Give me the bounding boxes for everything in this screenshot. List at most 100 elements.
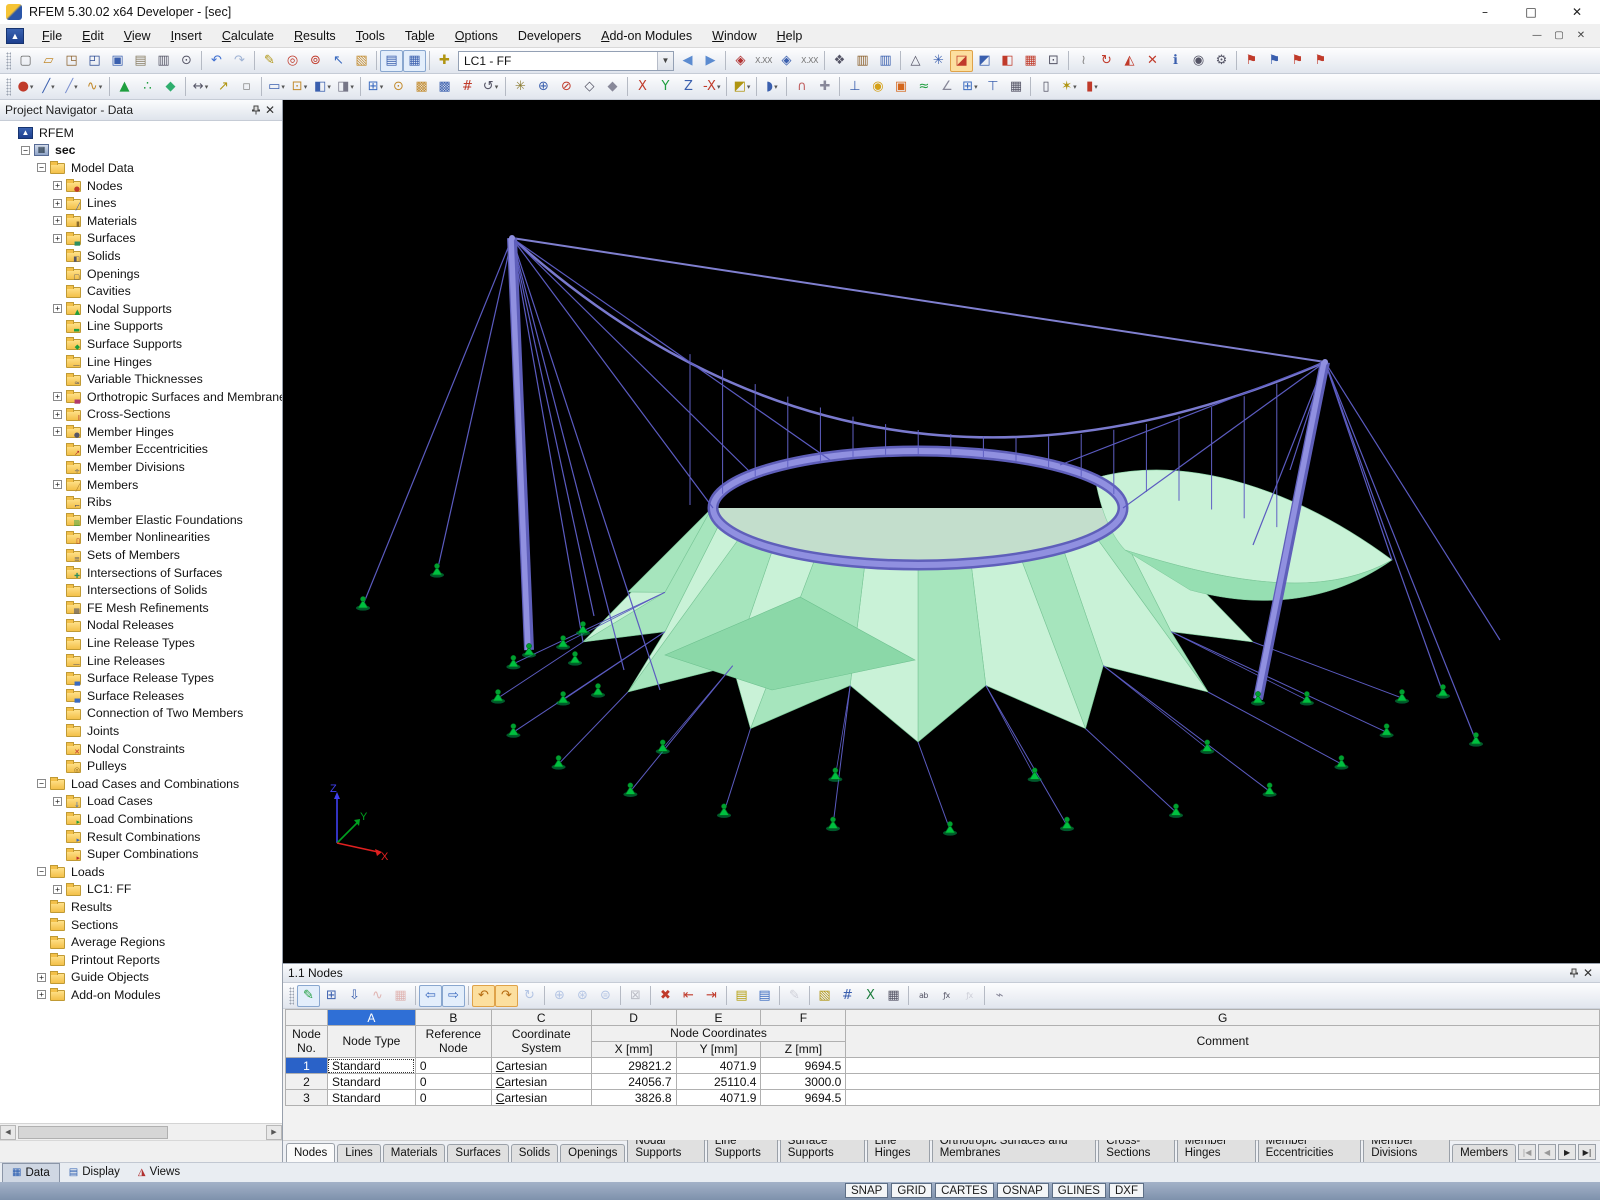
- navigator-hscrollbar[interactable]: ◀ ▶: [0, 1123, 282, 1140]
- display-properties-icon[interactable]: ◩ ▾: [730, 76, 753, 98]
- tree-item-sets-of-members[interactable]: ≡ Sets of Members: [0, 546, 282, 564]
- import-table-icon[interactable]: ▧: [813, 985, 836, 1007]
- row-number[interactable]: 2: [285, 1073, 328, 1090]
- close-button[interactable]: ✕: [1554, 0, 1600, 24]
- new-polyline-icon[interactable]: ∿ ▾: [83, 76, 106, 98]
- print-icon[interactable]: ▥: [152, 50, 175, 72]
- tree-item-rfem[interactable]: ▲ RFEM: [0, 124, 282, 142]
- print-graphic-icon[interactable]: ✶ ▾: [1057, 76, 1080, 98]
- work-plane-xz-icon[interactable]: ◧: [996, 50, 1019, 72]
- cell[interactable]: Standard: [326, 1073, 416, 1090]
- cell[interactable]: [845, 1073, 1600, 1090]
- menu-edit[interactable]: Edit: [72, 26, 114, 46]
- cell[interactable]: 0: [414, 1057, 492, 1074]
- first-table-icon[interactable]: |◀: [1518, 1144, 1537, 1160]
- cell[interactable]: 3826.8: [590, 1089, 677, 1106]
- tree-item-cavities[interactable]: Cavities: [0, 282, 282, 300]
- tree-item-fe-mesh-refinements[interactable]: ▦ FE Mesh Refinements: [0, 599, 282, 617]
- results-on-surfaces-icon[interactable]: ◉: [866, 76, 889, 98]
- view-in-minus-x-icon[interactable]: -X ▾: [700, 76, 723, 98]
- copy-row-icon[interactable]: ⊛: [571, 985, 594, 1007]
- previous-table-icon[interactable]: ◀: [1538, 1144, 1557, 1160]
- program-options-icon[interactable]: ⚙: [1210, 50, 1233, 72]
- cell[interactable]: [845, 1089, 1600, 1106]
- result-tables-icon[interactable]: ▦: [1004, 76, 1027, 98]
- column-letter-F[interactable]: F: [760, 1009, 847, 1026]
- scroll-right-icon[interactable]: ▶: [266, 1124, 282, 1140]
- column-letter-B[interactable]: B: [414, 1009, 492, 1026]
- table-edit-mode-icon[interactable]: ✎: [297, 984, 320, 1007]
- new-surface-icon[interactable]: ▭ ▾: [265, 76, 288, 98]
- menu-developers[interactable]: Developers: [508, 26, 591, 46]
- units-settings-icon[interactable]: ab: [912, 985, 935, 1007]
- generate-wind-load-icon[interactable]: ⚑: [1240, 50, 1263, 72]
- prev-load-case-icon[interactable]: ◀: [676, 50, 699, 72]
- generate-snow-load-icon[interactable]: ⚑: [1263, 50, 1286, 72]
- object-info-icon[interactable]: ℹ: [1164, 50, 1187, 72]
- new-nodal-support-icon[interactable]: ▲: [113, 76, 136, 98]
- mesh-node-icon[interactable]: ⊙: [387, 76, 410, 98]
- cell[interactable]: 0: [414, 1073, 492, 1090]
- show-result-values-icon[interactable]: X.XX: [798, 50, 821, 72]
- result-trajectories-icon[interactable]: ∩: [790, 76, 813, 98]
- tree-item-results[interactable]: Results: [0, 898, 282, 916]
- display-settings-icon[interactable]: ◉: [1187, 50, 1210, 72]
- table-redo-icon[interactable]: ↷: [495, 984, 518, 1007]
- tables-toggle-icon[interactable]: ▦: [403, 49, 426, 72]
- cell-coordinate-system[interactable]: Cartesian: [490, 1073, 592, 1090]
- generate-combinations-icon[interactable]: ⚑: [1309, 50, 1332, 72]
- tree-item-line-release-types[interactable]: Line Release Types: [0, 634, 282, 652]
- snap-icon[interactable]: △: [904, 50, 927, 72]
- toggle-dxf[interactable]: DXF: [1108, 1183, 1144, 1198]
- jump-to-graphic-icon[interactable]: ⇩: [343, 985, 366, 1007]
- scroll-thumb[interactable]: [18, 1125, 168, 1139]
- filter-rows-icon[interactable]: ⊠: [624, 985, 647, 1007]
- tree-item-member-eccentricities[interactable]: ↗ Member Eccentricities: [0, 441, 282, 459]
- expand-icon[interactable]: +: [53, 198, 62, 208]
- menu-add-on-modules[interactable]: Add-on Modules: [591, 26, 702, 46]
- apply-formula-icon[interactable]: ƒx: [958, 985, 981, 1007]
- tree-item-pulleys[interactable]: ◎ Pulleys: [0, 757, 282, 775]
- tree-item-line-hinges[interactable]: — Line Hinges: [0, 353, 282, 371]
- cell[interactable]: [845, 1057, 1600, 1074]
- expand-icon[interactable]: +: [53, 233, 62, 243]
- expand-icon[interactable]: +: [37, 972, 46, 982]
- show-load-values-icon[interactable]: X.XX: [752, 50, 775, 72]
- tree-item-guide-objects[interactable]: + Guide Objects: [0, 969, 282, 987]
- pan-view-icon[interactable]: ✚: [813, 76, 836, 98]
- table-statistics-icon[interactable]: ▦: [389, 985, 412, 1007]
- selection-box-icon[interactable]: ▫: [235, 76, 258, 98]
- column-letter-A[interactable]: A: [326, 1009, 416, 1026]
- next-load-case-icon[interactable]: ▶: [699, 50, 722, 72]
- perspective-view-icon[interactable]: ◆: [601, 76, 624, 98]
- toggle-cartes[interactable]: CARTES: [935, 1183, 994, 1198]
- insert-column-icon[interactable]: ⇥: [700, 985, 723, 1007]
- tree-item-average-regions[interactable]: Average Regions: [0, 933, 282, 951]
- intersect-object-icon[interactable]: ✕: [1141, 50, 1164, 72]
- export-excel-icon[interactable]: X: [859, 985, 882, 1007]
- toggle-snap[interactable]: SNAP: [845, 1183, 889, 1198]
- interpolate-rows-icon[interactable]: ⊜: [594, 985, 617, 1007]
- delete-rows-icon[interactable]: ✖: [654, 985, 677, 1007]
- tree-item-ribs[interactable]: ⌐ Ribs: [0, 493, 282, 511]
- menu-window[interactable]: Window: [702, 26, 766, 46]
- redo-icon[interactable]: ↷: [228, 50, 251, 72]
- tree-item-member-elastic-foundations[interactable]: ▥ Member Elastic Foundations: [0, 511, 282, 529]
- menu-tools[interactable]: Tools: [346, 26, 395, 46]
- cell[interactable]: 4071.9: [675, 1057, 762, 1074]
- open-project-icon[interactable]: ◳: [60, 50, 83, 72]
- tree-item-member-nonlinearities[interactable]: ▯ Member Nonlinearities: [0, 529, 282, 547]
- tree-item-load-combinations[interactable]: ▸ Load Combinations: [0, 810, 282, 828]
- row-number[interactable]: 3: [285, 1089, 328, 1106]
- cell[interactable]: 25110.4: [675, 1073, 762, 1090]
- new-node-icon[interactable]: ● ▾: [14, 76, 37, 98]
- tree-item-result-combinations[interactable]: ▸ Result Combinations: [0, 828, 282, 846]
- expand-icon[interactable]: +: [53, 304, 62, 314]
- scroll-left-icon[interactable]: ◀: [0, 1124, 16, 1140]
- column-letter-G[interactable]: G: [845, 1009, 1600, 1026]
- smooth-results-icon[interactable]: ∠: [935, 76, 958, 98]
- panels-icon[interactable]: ⊞ ▾: [958, 76, 981, 98]
- tree-item-surface-releases[interactable]: ▄ Surface Releases: [0, 687, 282, 705]
- tree-item-sections[interactable]: Sections: [0, 916, 282, 934]
- tab-materials[interactable]: Materials: [382, 1144, 446, 1162]
